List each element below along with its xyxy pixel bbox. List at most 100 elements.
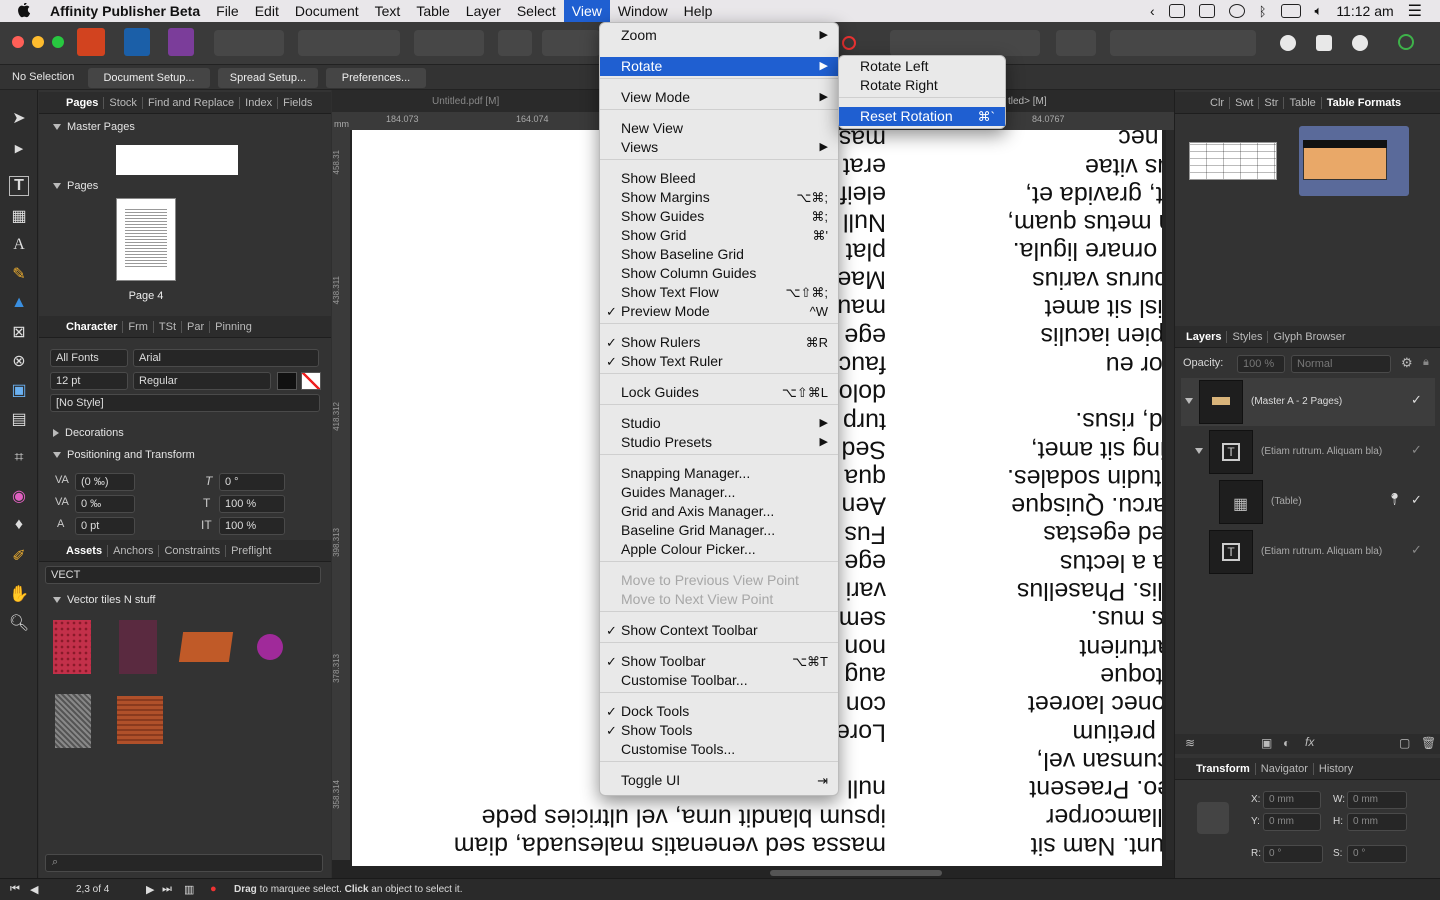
view-menu-item[interactable]: Show Toolbar ✓ ⌥⌘T: [600, 652, 838, 671]
layer-row[interactable]: (Master A - 2 Pages) ✓: [1181, 378, 1435, 426]
tab-assets[interactable]: Assets: [61, 544, 109, 557]
rotate-menu-item[interactable]: Rotate Left: [839, 57, 1005, 76]
asset-tile[interactable]: [178, 632, 234, 662]
table-format-thumbnail[interactable]: [1189, 142, 1277, 180]
asset-tile[interactable]: [257, 634, 283, 660]
document-tab[interactable]: Untitled.pdf [M]: [432, 96, 499, 107]
asset-tile[interactable]: [55, 694, 91, 748]
tab-pinning[interactable]: Pinning: [210, 321, 257, 333]
rotate-menu-item[interactable]: Rotate Right: [839, 76, 1005, 95]
view-menu-item[interactable]: Show Text Ruler ✓: [600, 352, 838, 371]
zoom-field[interactable]: [542, 30, 600, 56]
baseline-field[interactable]: 0 pt: [75, 517, 135, 535]
arrange-button-group[interactable]: [1110, 30, 1256, 56]
account-icon[interactable]: [1398, 34, 1414, 50]
tab-history[interactable]: History: [1314, 763, 1358, 775]
zoom-tool-icon[interactable]: 🔍︎: [9, 613, 29, 633]
visibility-check-icon[interactable]: ✓: [1411, 442, 1422, 458]
publisher-persona-icon[interactable]: [77, 28, 105, 56]
spread-icon[interactable]: ▥: [184, 883, 194, 896]
collapse-icon[interactable]: [53, 124, 61, 131]
font-style-select[interactable]: Regular: [133, 372, 271, 390]
distribute-button[interactable]: [1056, 30, 1096, 56]
view-menu-item[interactable]: New View: [600, 119, 838, 138]
preflight-icon[interactable]: ●: [210, 883, 217, 895]
asset-group-header[interactable]: Vector tiles N stuff: [53, 594, 155, 606]
w-field[interactable]: 0 mm: [1347, 791, 1407, 809]
rotation-field[interactable]: 0 °: [1263, 845, 1323, 863]
tab-find-replace[interactable]: Find and Replace: [143, 96, 241, 109]
tab-character[interactable]: Character: [61, 320, 124, 333]
view-menu-item[interactable]: Studio ▶: [600, 414, 838, 433]
boolean-subtract-icon[interactable]: [1316, 35, 1332, 51]
tab-tst[interactable]: TSt: [154, 320, 183, 333]
collapse-icon[interactable]: [53, 452, 61, 459]
view-menu-item[interactable]: Guides Manager...: [600, 483, 838, 502]
view-menu-item[interactable]: Customise Tools...: [600, 740, 838, 759]
menu-edit[interactable]: Edit: [247, 0, 287, 22]
tab-stroke[interactable]: Str: [1259, 96, 1285, 109]
tab-pages[interactable]: Pages: [61, 96, 105, 109]
view-menu-item[interactable]: Show Grid ⌘': [600, 226, 838, 245]
menu-layer[interactable]: Layer: [458, 0, 509, 22]
view-menu-item[interactable]: Views ▶: [600, 138, 838, 157]
asset-category-select[interactable]: VECT: [45, 566, 321, 584]
control-center-icon[interactable]: ☰: [1408, 1, 1422, 21]
menu-select[interactable]: Select: [509, 0, 564, 22]
move-tool-icon[interactable]: ➤: [9, 108, 29, 128]
text-color-swatch[interactable]: [277, 372, 297, 390]
fx-icon[interactable]: fx: [1305, 735, 1314, 749]
visibility-check-icon[interactable]: ✓: [1411, 492, 1422, 508]
view-menu-item[interactable]: Show Bleed: [600, 169, 838, 188]
layers-stack-icon[interactable]: ≋: [1185, 736, 1195, 750]
view-menu-item[interactable]: Baseline Grid Manager...: [600, 521, 838, 540]
menu-document[interactable]: Document: [287, 0, 367, 22]
vertical-ruler[interactable]: 458.31 438.311 418.312 398.313 378.313 3…: [332, 130, 350, 860]
tab-frm[interactable]: Frm: [123, 320, 154, 333]
tab-glyph-browser[interactable]: Glyph Browser: [1268, 331, 1350, 343]
collapse-icon[interactable]: [1195, 448, 1203, 454]
pages-header[interactable]: Pages: [53, 180, 98, 192]
tab-colour[interactable]: Clr: [1205, 96, 1231, 109]
menu-table[interactable]: Table: [408, 0, 457, 22]
picture-frame-tool-icon[interactable]: ⊠: [9, 322, 29, 342]
first-page-icon[interactable]: ⏮︎: [10, 883, 20, 896]
tab-preflight[interactable]: Preflight: [226, 545, 276, 557]
table-format-selected[interactable]: [1299, 126, 1409, 196]
view-menu-item[interactable]: Move to Next View Point: [600, 590, 838, 609]
highlight-color-swatch[interactable]: [301, 372, 321, 390]
anchor-point-selector[interactable]: [1197, 802, 1229, 834]
memory-icon[interactable]: [1198, 4, 1215, 18]
tab-styles[interactable]: Styles: [1227, 330, 1269, 343]
lock-icon[interactable]: 🔒︎: [1423, 356, 1429, 369]
tab-constraints[interactable]: Constraints: [159, 544, 227, 557]
artistic-text-tool-icon[interactable]: A: [9, 235, 29, 255]
timemachine-icon[interactable]: [1228, 4, 1245, 18]
tab-index[interactable]: Index: [240, 96, 279, 109]
table-tool-icon[interactable]: ▦: [9, 206, 29, 226]
menu-help[interactable]: Help: [676, 0, 721, 22]
view-menu-item[interactable]: Move to Previous View Point: [600, 571, 838, 590]
tab-par[interactable]: Par: [182, 320, 211, 333]
kerning-field[interactable]: (0 ‰): [75, 473, 135, 491]
menu-text[interactable]: Text: [367, 0, 409, 22]
visibility-check-icon[interactable]: ✓: [1411, 542, 1422, 558]
master-page-thumbnail[interactable]: [116, 145, 238, 175]
rotate-menu-item[interactable]: Reset Rotation ⌘`: [839, 107, 1005, 126]
display-icon[interactable]: [1280, 4, 1301, 18]
view-mode-button-group[interactable]: [298, 30, 400, 56]
apple-icon[interactable]: [16, 2, 34, 20]
view-menu-item[interactable]: Show Margins ⌥⌘;: [600, 188, 838, 207]
y-field[interactable]: 0 mm: [1263, 813, 1321, 831]
view-menu-item[interactable]: Lock Guides ⌥⇧⌘L: [600, 383, 838, 402]
view-menu-item[interactable]: Zoom ▶: [600, 26, 838, 45]
boolean-add-icon[interactable]: [1280, 35, 1296, 51]
decorations-header[interactable]: Decorations: [53, 427, 124, 439]
tab-stock[interactable]: Stock: [104, 96, 143, 109]
asset-tile[interactable]: [117, 696, 163, 744]
view-menu-item[interactable]: Show Baseline Grid: [600, 245, 838, 264]
boolean-intersect-icon[interactable]: [1352, 35, 1368, 51]
master-pages-header[interactable]: Master Pages: [53, 121, 135, 133]
tab-layers[interactable]: Layers: [1181, 330, 1228, 343]
previous-page-icon[interactable]: ◀: [30, 883, 38, 896]
